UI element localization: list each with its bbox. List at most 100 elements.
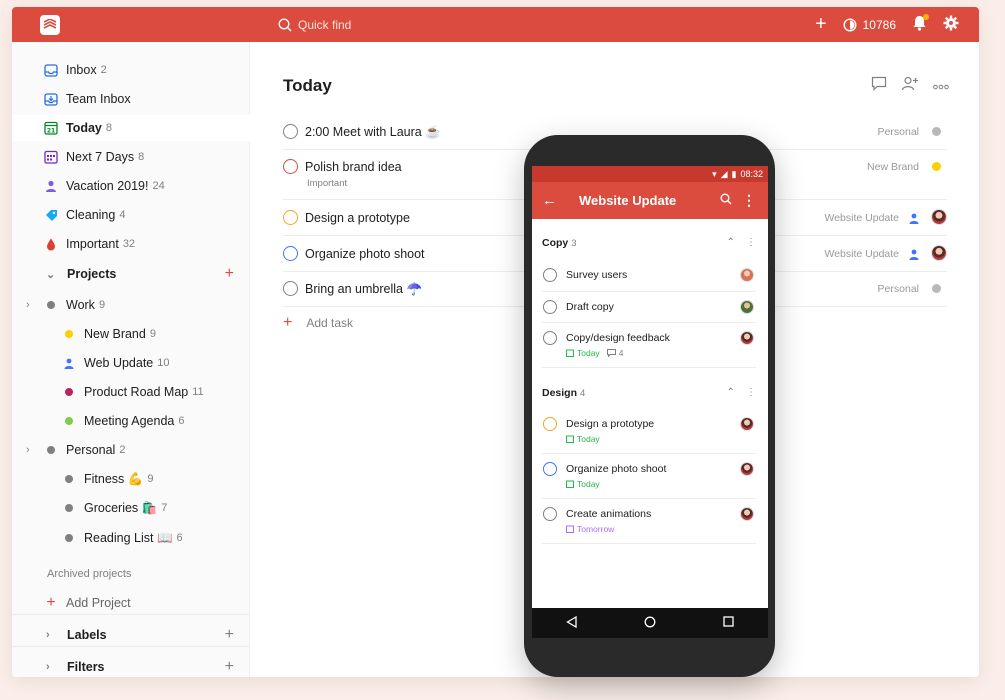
chevron-right-icon[interactable]: › — [46, 661, 50, 673]
sidebar-item-cleaning[interactable]: Cleaning 4 — [12, 202, 250, 228]
avatar[interactable] — [931, 245, 947, 261]
add-filter-icon[interactable]: + — [225, 658, 234, 676]
sidebar-project-groceries[interactable]: Groceries 🛍️ 7 — [12, 495, 250, 521]
section-header[interactable]: Copy 3 ⌃ ⋮ — [542, 237, 756, 249]
nav-recents-icon[interactable] — [723, 616, 734, 630]
task-label[interactable]: Important — [307, 178, 347, 189]
avatar[interactable] — [931, 209, 947, 225]
task-checkbox[interactable] — [543, 462, 557, 476]
calendar-icon — [566, 480, 574, 488]
sidebar-item-team-inbox[interactable]: Team Inbox — [12, 86, 250, 112]
due-date[interactable]: Today — [566, 479, 600, 489]
todoist-logo-icon[interactable] — [40, 15, 60, 35]
phone-task-row[interactable]: Copy/design feedback Today 4 — [542, 323, 756, 368]
collapse-controls[interactable]: ⌃ ⋮ — [727, 237, 757, 248]
task-checkbox[interactable] — [543, 507, 557, 521]
projects-header[interactable]: ⌄ Projects + — [12, 261, 250, 287]
sidebar-item-count: 8 — [138, 151, 145, 163]
notifications-icon[interactable] — [912, 14, 929, 34]
sidebar-item-today[interactable]: 21 Today 8 — [12, 115, 250, 141]
avatar[interactable] — [740, 462, 754, 476]
add-label-icon[interactable]: + — [225, 626, 234, 644]
phone-task-row[interactable]: Organize photo shoot Today — [542, 454, 756, 499]
sidebar-project-road-map[interactable]: Product Road Map 11 — [12, 379, 250, 405]
sidebar-item-inbox[interactable]: Inbox 2 — [12, 57, 250, 83]
labels-header[interactable]: › Labels + — [12, 622, 250, 648]
task-project[interactable]: Website Update — [824, 248, 899, 260]
filters-header[interactable]: › Filters + — [12, 654, 250, 677]
task-checkbox[interactable] — [283, 281, 298, 296]
sidebar-item-label: Team Inbox — [66, 92, 131, 106]
add-task-button[interactable]: + Add task — [283, 314, 353, 332]
nav-back-icon[interactable] — [565, 615, 577, 631]
collapse-controls[interactable]: ⌃ ⋮ — [727, 387, 757, 398]
section-count: 3 — [571, 238, 577, 249]
task-checkbox[interactable] — [283, 246, 298, 261]
sidebar-item-label: Groceries 🛍️ — [84, 500, 158, 515]
task-checkbox[interactable] — [543, 268, 557, 282]
archived-projects-link[interactable]: Archived projects — [47, 568, 131, 580]
task-checkbox[interactable] — [543, 300, 557, 314]
chevron-right-icon[interactable]: › — [46, 629, 50, 641]
task-project[interactable]: Personal — [878, 283, 919, 295]
sidebar-project-work[interactable]: › Work 9 — [12, 292, 250, 318]
sidebar-project-new-brand[interactable]: New Brand 9 — [12, 321, 250, 347]
task-project[interactable]: Personal — [878, 126, 919, 138]
quick-find-search[interactable]: Quick find — [278, 16, 351, 34]
add-project-button[interactable]: + Add Project — [12, 590, 250, 616]
add-project-icon[interactable]: + — [225, 265, 234, 283]
chevron-down-icon[interactable]: ⌄ — [46, 268, 55, 281]
sidebar-item-label: New Brand — [84, 327, 146, 341]
add-icon[interactable]: + — [815, 13, 827, 36]
settings-gear-icon[interactable] — [943, 15, 959, 34]
more-vert-icon[interactable]: ⋮ — [742, 192, 756, 209]
sidebar-item-vacation[interactable]: Vacation 2019! 24 — [12, 173, 250, 199]
sidebar-item-next-7-days[interactable]: Next 7 Days 8 — [12, 144, 250, 170]
sidebar-project-web-update[interactable]: Web Update 10 — [12, 350, 250, 376]
phone-task-row[interactable]: Survey users — [542, 260, 756, 292]
sidebar-project-fitness[interactable]: Fitness 💪 9 — [12, 466, 250, 492]
avatar[interactable] — [740, 507, 754, 521]
signal-icon: ◢ — [720, 168, 728, 179]
karma-button[interactable]: 10786 — [843, 18, 896, 32]
share-add-person-icon[interactable] — [901, 76, 919, 96]
more-options-icon[interactable] — [933, 77, 949, 95]
phone-mockup: ▾ ◢ ▮ 08:32 ← Website Update ⋮ Copy 3 ⌃ ⋮… — [524, 135, 775, 677]
avatar[interactable] — [740, 268, 754, 282]
sidebar-item-label: Reading List 📖 — [84, 530, 173, 545]
labels-label: Labels — [67, 628, 107, 642]
task-content: Organize photo shoot — [566, 463, 667, 475]
comment-icon[interactable] — [871, 76, 887, 96]
phone-task-row[interactable]: Create animations Tomorrow — [542, 499, 756, 544]
search-icon[interactable] — [720, 192, 732, 210]
task-project[interactable]: Website Update — [824, 212, 899, 224]
task-checkbox[interactable] — [543, 331, 557, 345]
phone-project-title: Website Update — [579, 193, 677, 208]
task-project[interactable]: New Brand — [867, 161, 919, 173]
avatar[interactable] — [740, 331, 754, 345]
nav-home-icon[interactable] — [644, 616, 656, 631]
back-arrow-icon[interactable]: ← — [542, 192, 557, 209]
sidebar-project-meeting-agenda[interactable]: Meeting Agenda 6 — [12, 408, 250, 434]
due-date[interactable]: Today 4 — [566, 348, 623, 358]
phone-task-row[interactable]: Design a prototype Today — [542, 409, 756, 454]
task-checkbox[interactable] — [543, 417, 557, 431]
sidebar-item-important[interactable]: Important 32 — [12, 231, 250, 257]
sidebar-project-reading-list[interactable]: Reading List 📖 6 — [12, 525, 250, 551]
calendar-icon — [566, 525, 574, 533]
task-checkbox[interactable] — [283, 159, 298, 174]
section-name: Design — [542, 387, 578, 399]
avatar[interactable] — [740, 417, 754, 431]
sidebar-project-personal[interactable]: › Personal 2 — [12, 437, 250, 463]
due-date-label: Today — [577, 434, 600, 444]
phone-screen: ▾ ◢ ▮ 08:32 ← Website Update ⋮ Copy 3 ⌃ ⋮… — [532, 166, 768, 638]
task-checkbox[interactable] — [283, 124, 298, 139]
chevron-right-icon[interactable]: › — [26, 444, 30, 456]
due-date[interactable]: Tomorrow — [566, 524, 614, 534]
chevron-right-icon[interactable]: › — [26, 299, 30, 311]
due-date[interactable]: Today — [566, 434, 600, 444]
phone-task-row[interactable]: Draft copy — [542, 292, 756, 323]
task-checkbox[interactable] — [283, 210, 298, 225]
section-header[interactable]: Design 4 ⌃ ⋮ — [542, 387, 756, 399]
avatar[interactable] — [740, 300, 754, 314]
